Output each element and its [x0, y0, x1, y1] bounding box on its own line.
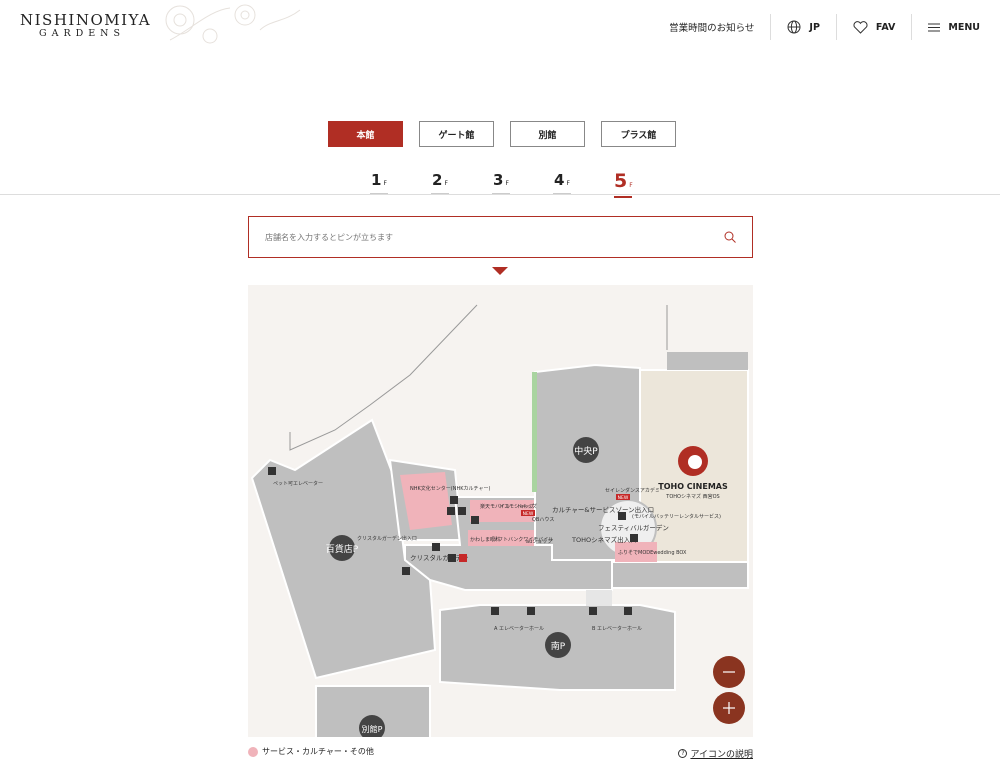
- restroom-icon: [447, 507, 455, 515]
- escalator-icon: [448, 554, 456, 562]
- annex-parking-label: 別館P: [362, 724, 383, 734]
- floor-number: 3: [493, 171, 504, 189]
- toho-entrance-label: TOHOシネマズ出入口: [571, 535, 637, 544]
- festival-label: フェスティバルガーデン: [598, 523, 669, 532]
- caret-down-icon: [492, 267, 508, 275]
- floor-unit: F: [383, 180, 387, 187]
- minus-icon: [723, 671, 735, 673]
- toho-lower: [611, 561, 749, 589]
- question-icon: ?: [678, 749, 688, 758]
- site-header: NISHINOMIYA GARDENS 営業時間のお知らせ JP FAV MEN…: [0, 0, 1000, 56]
- pet-elevator-label: ペット可エレベーター: [273, 480, 323, 487]
- accessible-icon: [458, 507, 466, 515]
- aed-icon: [459, 554, 467, 562]
- zoom-out-button[interactable]: [713, 656, 745, 688]
- qb-label: QBハウス: [532, 516, 554, 523]
- nhk-label: NHK文化センター(NHKカルチャー): [410, 485, 490, 492]
- legend-label: サービス・カルチャー・その他: [262, 747, 374, 756]
- walkway: [586, 590, 612, 606]
- floor-indicator: [614, 196, 632, 198]
- store-search: [248, 216, 753, 258]
- search-icon[interactable]: [724, 231, 736, 243]
- elevator-icon: [527, 607, 535, 615]
- fav-button[interactable]: FAV: [837, 14, 913, 40]
- fav-label: FAV: [875, 21, 896, 33]
- menu-button[interactable]: MENU: [912, 14, 980, 40]
- zoom-in-button[interactable]: [713, 692, 745, 724]
- central-parking-label: 中央P: [574, 445, 598, 457]
- tab-plus[interactable]: プラス館: [601, 121, 676, 147]
- floor-map[interactable]: 百貨店P 中央P 南P 別館P TOHO CINEMAS TOHOシネマズ 西宮…: [248, 285, 753, 737]
- tab-annex[interactable]: 別館: [510, 121, 585, 147]
- tab-honkan[interactable]: 本館: [328, 121, 403, 147]
- crystal-entrance-label: クリスタルガーデン出入口: [357, 535, 417, 542]
- toho-roof: [667, 352, 748, 370]
- building-tabs: 本館 ゲート館 別館 プラス館: [328, 121, 676, 147]
- au-label: auショップ: [526, 539, 552, 545]
- tab-gate[interactable]: ゲート館: [419, 121, 494, 147]
- service-legend-dot: [248, 746, 258, 757]
- language-button[interactable]: JP: [771, 14, 837, 40]
- hamburger-icon: [928, 23, 941, 31]
- icon-help-link[interactable]: ? アイコンの説明: [678, 747, 753, 760]
- logo-sub-text: GARDENS: [39, 28, 125, 39]
- floral-decoration: [165, 4, 301, 44]
- green-strip: [532, 372, 537, 492]
- floor-number: 2: [432, 171, 443, 189]
- escalator-icon: [432, 543, 440, 551]
- floor-map-svg: 百貨店P 中央P 南P 別館P TOHO CINEMAS TOHOシネマズ 西宮…: [250, 304, 749, 737]
- floor-number: 5: [614, 170, 628, 192]
- escalator-icon: [630, 534, 638, 542]
- site-logo[interactable]: NISHINOMIYA GARDENS: [20, 11, 152, 39]
- floor-number: 4: [554, 171, 565, 189]
- elevator-icon: [624, 607, 632, 615]
- furisode-label: ふりそでMODEwedding BOX: [618, 549, 687, 556]
- escalator-icon: [589, 607, 597, 615]
- map-legend: サービス・カルチャー・その他: [248, 746, 374, 757]
- notice-label: 営業時間のお知らせ: [669, 23, 755, 34]
- culture-zone-label: カルチャー&サービスゾーン出入口: [552, 505, 654, 514]
- search-input[interactable]: [265, 232, 724, 242]
- dept-parking-label: 百貨店P: [326, 543, 359, 555]
- icon-help-label: アイコンの説明: [690, 750, 753, 760]
- menu-label: MENU: [948, 21, 980, 33]
- floor-number: 1: [371, 171, 382, 189]
- floor-unit: F: [566, 180, 570, 187]
- dr-kids-label: ドキッズ: [517, 503, 537, 510]
- new-badge: NEW: [618, 495, 629, 501]
- seiren-label: セイレンダンスアカデミー: [605, 487, 665, 494]
- escalator-icon: [491, 607, 499, 615]
- header-nav: 営業時間のお知らせ JP FAV MENU: [653, 14, 980, 40]
- elevator-icon: [402, 567, 410, 575]
- language-label: JP: [809, 21, 820, 33]
- heart-icon: [853, 20, 868, 34]
- new-badge: NEW: [523, 511, 534, 517]
- elevator-icon: [618, 512, 626, 520]
- notice-link[interactable]: 営業時間のお知らせ: [653, 14, 772, 40]
- toho-cinemas-label: TOHO CINEMAS: [658, 482, 728, 491]
- toho-sub-label: TOHOシネマズ 西宮OS: [665, 493, 719, 500]
- floor-unit: F: [444, 180, 448, 187]
- escalator-icon: [450, 496, 458, 504]
- south-parking-label: 南P: [551, 640, 566, 652]
- elevator-icon: [471, 516, 479, 524]
- floor-unit: F: [629, 182, 633, 189]
- plus-icon: [723, 702, 735, 714]
- elev-a-label: A エレベーターホール: [494, 625, 544, 632]
- elev-b-label: B エレベーターホール: [592, 625, 642, 632]
- logo-main-text: NISHINOMIYA: [20, 11, 152, 29]
- globe-icon: [787, 20, 801, 34]
- rental-label: (モバイルバッテリーレンタルサービス): [632, 513, 721, 520]
- divider: [0, 194, 1000, 195]
- floor-unit: F: [505, 180, 509, 187]
- elevator-icon: [268, 467, 276, 475]
